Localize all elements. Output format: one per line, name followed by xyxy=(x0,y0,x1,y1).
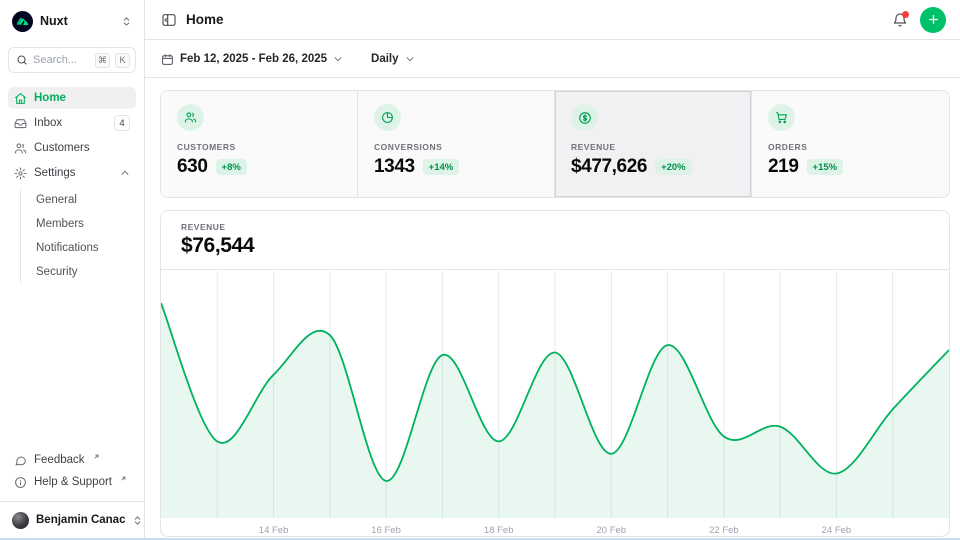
sidebar-item-label: Customers xyxy=(34,142,90,154)
stat-value: 630 xyxy=(177,156,208,178)
external-link-icon xyxy=(120,473,127,485)
top-header: Home xyxy=(145,0,960,40)
date-range-value: Feb 12, 2025 - Feb 26, 2025 xyxy=(180,53,327,65)
stat-delta-badge: +20% xyxy=(655,159,692,175)
shopping-cart-icon xyxy=(768,104,795,131)
plus-icon xyxy=(927,13,940,26)
chart-current-value: $76,544 xyxy=(181,234,929,258)
inbox-count-badge: 4 xyxy=(114,115,130,131)
sidebar-item-label: Help & Support xyxy=(34,476,112,488)
period-select[interactable]: Daily xyxy=(371,53,415,65)
sidebar-item-help-support[interactable]: Help & Support xyxy=(8,471,136,493)
page-title: Home xyxy=(186,12,224,27)
user-name: Benjamin Canac xyxy=(36,514,125,526)
workspace-switcher[interactable]: Nuxt xyxy=(8,8,136,34)
svg-text:22 Feb: 22 Feb xyxy=(709,525,739,536)
sidebar-nav: Home Inbox 4 Customers Sett xyxy=(8,87,136,283)
date-range-picker[interactable]: Feb 12, 2025 - Feb 26, 2025 xyxy=(161,53,343,66)
sidebar-subitem-notifications[interactable]: Notifications xyxy=(32,237,136,259)
sidebar-collapse-icon[interactable] xyxy=(161,12,177,28)
period-value: Daily xyxy=(371,53,399,65)
svg-text:18 Feb: 18 Feb xyxy=(484,525,514,536)
sidebar-item-customers[interactable]: Customers xyxy=(8,137,136,159)
nuxt-logo-icon xyxy=(12,11,33,32)
chevron-up-down-icon xyxy=(132,515,143,526)
chevron-up-down-icon xyxy=(121,16,132,27)
stat-label: REVENUE xyxy=(571,142,735,152)
sidebar-divider xyxy=(0,501,144,502)
sidebar-item-inbox[interactable]: Inbox 4 xyxy=(8,112,136,134)
stat-value: 1343 xyxy=(374,156,415,178)
users-icon xyxy=(14,142,27,155)
sidebar-item-label: Home xyxy=(34,92,66,104)
sidebar-item-label: Settings xyxy=(34,167,76,179)
gear-icon xyxy=(14,167,27,180)
users-icon xyxy=(177,104,204,131)
stat-delta-badge: +14% xyxy=(423,159,460,175)
stat-card-conversions[interactable]: CONVERSIONS 1343 +14% xyxy=(358,91,555,197)
chart-pie-icon xyxy=(374,104,401,131)
svg-text:24 Feb: 24 Feb xyxy=(822,525,852,536)
stats-row: CUSTOMERS 630 +8% CONVERSIONS 1343 +14% xyxy=(160,90,950,198)
circle-dollar-icon xyxy=(571,104,598,131)
chart-header: REVENUE $76,544 xyxy=(161,211,949,270)
notifications-button[interactable] xyxy=(892,12,908,28)
chevron-up-icon xyxy=(120,168,130,178)
stat-value: 219 xyxy=(768,156,799,178)
inbox-icon xyxy=(14,117,27,130)
stat-delta-badge: +15% xyxy=(807,159,844,175)
add-button[interactable] xyxy=(920,7,946,33)
main-area: Home Feb 12, 2025 - Feb 26, 2025 xyxy=(145,0,960,540)
sidebar-subitem-general[interactable]: General xyxy=(32,189,136,211)
svg-text:14 Feb: 14 Feb xyxy=(259,525,289,536)
app-window: Nuxt ⌘ K Home xyxy=(0,0,960,540)
chevron-down-icon xyxy=(405,54,415,64)
sidebar: Nuxt ⌘ K Home xyxy=(0,0,145,540)
kbd-cmd: ⌘ xyxy=(95,53,110,68)
sidebar-item-label: Inbox xyxy=(34,117,62,129)
stat-value: $477,626 xyxy=(571,156,647,178)
sidebar-item-feedback[interactable]: Feedback xyxy=(8,449,136,471)
sidebar-subitem-members[interactable]: Members xyxy=(32,213,136,235)
external-link-icon xyxy=(93,451,100,463)
search-icon xyxy=(16,54,28,66)
stat-label: CONVERSIONS xyxy=(374,142,538,152)
stat-card-customers[interactable]: CUSTOMERS 630 +8% xyxy=(161,91,358,197)
chart-title: REVENUE xyxy=(181,222,929,232)
chat-bubble-icon xyxy=(14,454,27,467)
user-menu-button[interactable]: Benjamin Canac xyxy=(8,508,136,532)
sidebar-item-label: Feedback xyxy=(34,454,85,466)
sidebar-subitem-security[interactable]: Security xyxy=(32,261,136,283)
sidebar-item-home[interactable]: Home xyxy=(8,87,136,109)
stat-card-revenue[interactable]: REVENUE $477,626 +20% xyxy=(555,91,752,197)
search-input[interactable]: ⌘ K xyxy=(8,47,136,73)
revenue-area-chart[interactable]: 14 Feb 16 Feb 18 Feb 20 Feb 22 Feb 24 Feb xyxy=(161,271,949,537)
svg-text:20 Feb: 20 Feb xyxy=(597,525,627,536)
svg-text:16 Feb: 16 Feb xyxy=(371,525,401,536)
stat-label: CUSTOMERS xyxy=(177,142,341,152)
workspace-name: Nuxt xyxy=(40,14,114,28)
stat-delta-badge: +8% xyxy=(216,159,247,175)
stat-label: ORDERS xyxy=(768,142,933,152)
stat-card-orders[interactable]: ORDERS 219 +15% xyxy=(752,91,949,197)
notification-dot xyxy=(902,11,909,18)
chevron-down-icon xyxy=(333,54,343,64)
avatar xyxy=(12,512,29,529)
info-circle-icon xyxy=(14,476,27,489)
kbd-k: K xyxy=(115,53,130,68)
search-field[interactable] xyxy=(33,54,81,66)
calendar-icon xyxy=(161,53,174,66)
sidebar-item-settings[interactable]: Settings xyxy=(8,162,136,184)
settings-submenu: General Members Notifications Security xyxy=(20,189,136,283)
home-icon xyxy=(14,92,27,105)
revenue-chart-card: REVENUE $76,544 14 Feb 16 Feb 18 Feb 20 Feb… xyxy=(160,210,950,537)
filter-toolbar: Feb 12, 2025 - Feb 26, 2025 Daily xyxy=(145,41,960,78)
